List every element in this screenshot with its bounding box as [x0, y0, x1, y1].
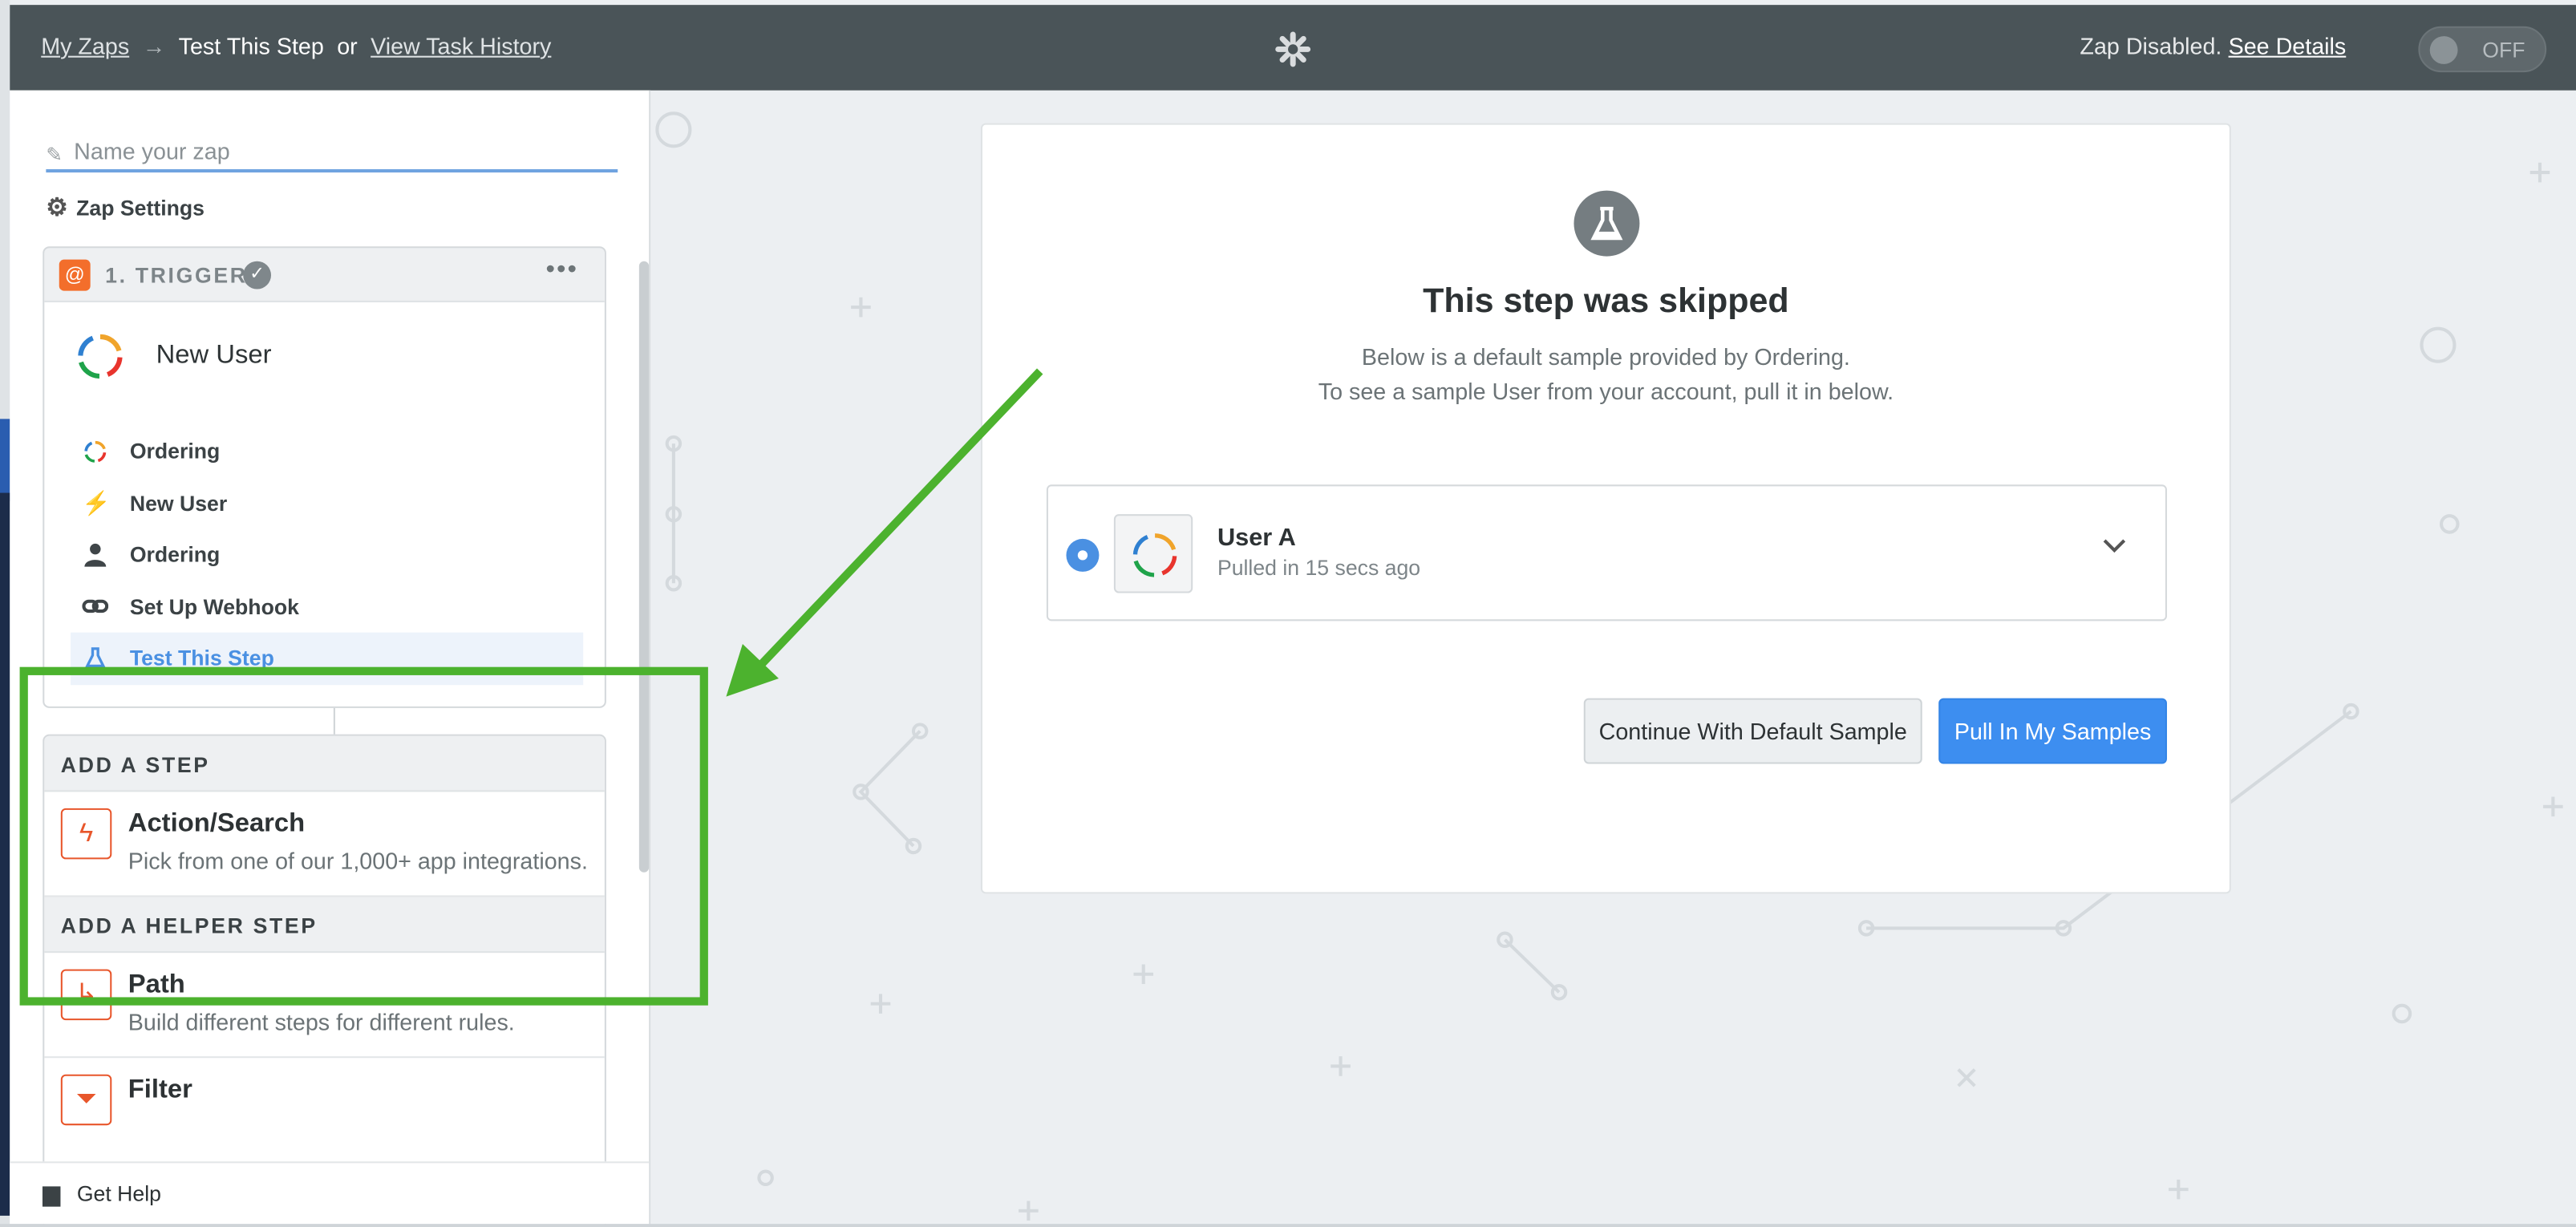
see-details-link[interactable]: See Details [2229, 33, 2347, 59]
flask-icon [1574, 190, 1640, 257]
breadcrumb-arrow: → [142, 32, 166, 59]
sample-radio[interactable] [1066, 538, 1100, 572]
get-help-button[interactable]: ▆ Get Help [10, 1161, 650, 1225]
left-edge-strip [0, 0, 10, 1227]
panel-subtitle-line2: To see a sample User from your account, … [1318, 377, 1894, 403]
bolt-icon: ⚡ [82, 488, 111, 516]
zap-name-input[interactable]: ✎ Name your zap [46, 136, 618, 173]
panel-subtitle-line1: Below is a default sample provided by Or… [1361, 343, 1850, 370]
path-desc: Build different steps for different rule… [128, 1008, 515, 1035]
chevron-down-icon[interactable] [2101, 533, 2128, 559]
ordering-ring-icon [84, 440, 107, 463]
chat-icon: ▆ [43, 1179, 61, 1206]
zap-status: Zap Disabled. See Details [2080, 33, 2346, 59]
trigger-label: 1. TRIGGER [105, 262, 248, 288]
substep-label: Ordering [129, 439, 221, 464]
editor-sidebar: ✎ Name your zap ⚙ Zap Settings @ 1. TRIG… [10, 90, 651, 1227]
substep-setup-webhook[interactable]: Set Up Webhook [71, 581, 583, 633]
filter-title: Filter [128, 1075, 192, 1104]
flask-icon [85, 647, 106, 668]
annotation-highlight-box [19, 666, 708, 1006]
substep-choose-app[interactable]: Ordering [71, 426, 583, 478]
trigger-title-row[interactable]: New User [77, 334, 271, 379]
ordering-ring-icon [1132, 533, 1177, 577]
ordering-app-icon [1113, 514, 1193, 593]
top-bar: My Zaps → Test This Step or View Task Hi… [10, 5, 2576, 91]
sample-option[interactable]: User A Pulled in 15 secs ago [1046, 484, 2167, 622]
zap-settings-label: Zap Settings [76, 194, 205, 220]
trigger-header[interactable]: @ 1. TRIGGER ✓ ••• [44, 248, 605, 302]
zap-on-off-toggle[interactable]: OFF [2418, 26, 2547, 73]
pull-in-my-samples-button[interactable]: Pull In My Samples [1938, 698, 2167, 764]
my-zaps-link[interactable]: My Zaps [41, 33, 129, 59]
more-options-icon[interactable]: ••• [545, 257, 578, 286]
zapier-asterisk-icon[interactable] [1275, 31, 1311, 67]
substep-account[interactable]: Ordering [71, 529, 583, 581]
ordering-ring-icon [78, 334, 123, 379]
person-icon [84, 544, 107, 568]
pencil-icon: ✎ [46, 143, 63, 166]
edge-accent [0, 419, 10, 501]
sample-name: User A [1217, 524, 1296, 553]
breadcrumb-or: or [337, 32, 358, 59]
trigger-title: New User [156, 342, 272, 370]
substep-label: Set Up Webhook [129, 594, 299, 619]
flask-glyph [1590, 206, 1623, 241]
filter-option[interactable]: ⏷ Filter [44, 1058, 605, 1126]
check-icon: ✓ [243, 261, 272, 290]
link-icon [82, 600, 109, 614]
webhook-app-icon: @ [59, 259, 91, 291]
substep-label: New User [129, 490, 228, 516]
toggle-knob [2429, 36, 2458, 64]
test-step-panel: This step was skipped Below is a default… [980, 123, 2231, 894]
sample-pulled-time: Pulled in 15 secs ago [1217, 555, 1421, 581]
trigger-substeps: Ordering ⚡ New User Ordering Set Up Webh… [71, 426, 584, 685]
continue-default-sample-button[interactable]: Continue With Default Sample [1583, 698, 1922, 764]
edge-dark [0, 492, 10, 1216]
substep-choose-trigger[interactable]: ⚡ New User [71, 477, 583, 529]
get-help-label: Get Help [76, 1180, 161, 1206]
filter-icon: ⏷ [60, 1074, 112, 1126]
bottom-edge-strip [0, 1224, 2576, 1227]
view-task-history-link[interactable]: View Task History [371, 33, 551, 59]
zap-status-text: Zap Disabled. [2080, 32, 2222, 59]
app-window: My Zaps → Test This Step or View Task Hi… [0, 0, 2576, 1227]
trigger-step-card: @ 1. TRIGGER ✓ ••• New User Ordering ⚡ N… [43, 246, 606, 708]
panel-title: This step was skipped [1423, 282, 1789, 321]
panel-subtitle: Below is a default sample provided by Or… [982, 340, 2230, 407]
gear-icon: ⚙ [46, 193, 68, 222]
toggle-label: OFF [2482, 38, 2525, 63]
substep-label: Ordering [129, 542, 221, 568]
zap-name-placeholder: Name your zap [74, 138, 230, 164]
zap-settings-link[interactable]: ⚙ Zap Settings [46, 192, 205, 222]
breadcrumb-current: Test This Step [178, 32, 324, 59]
breadcrumb: My Zaps → Test This Step or View Task Hi… [41, 33, 551, 59]
